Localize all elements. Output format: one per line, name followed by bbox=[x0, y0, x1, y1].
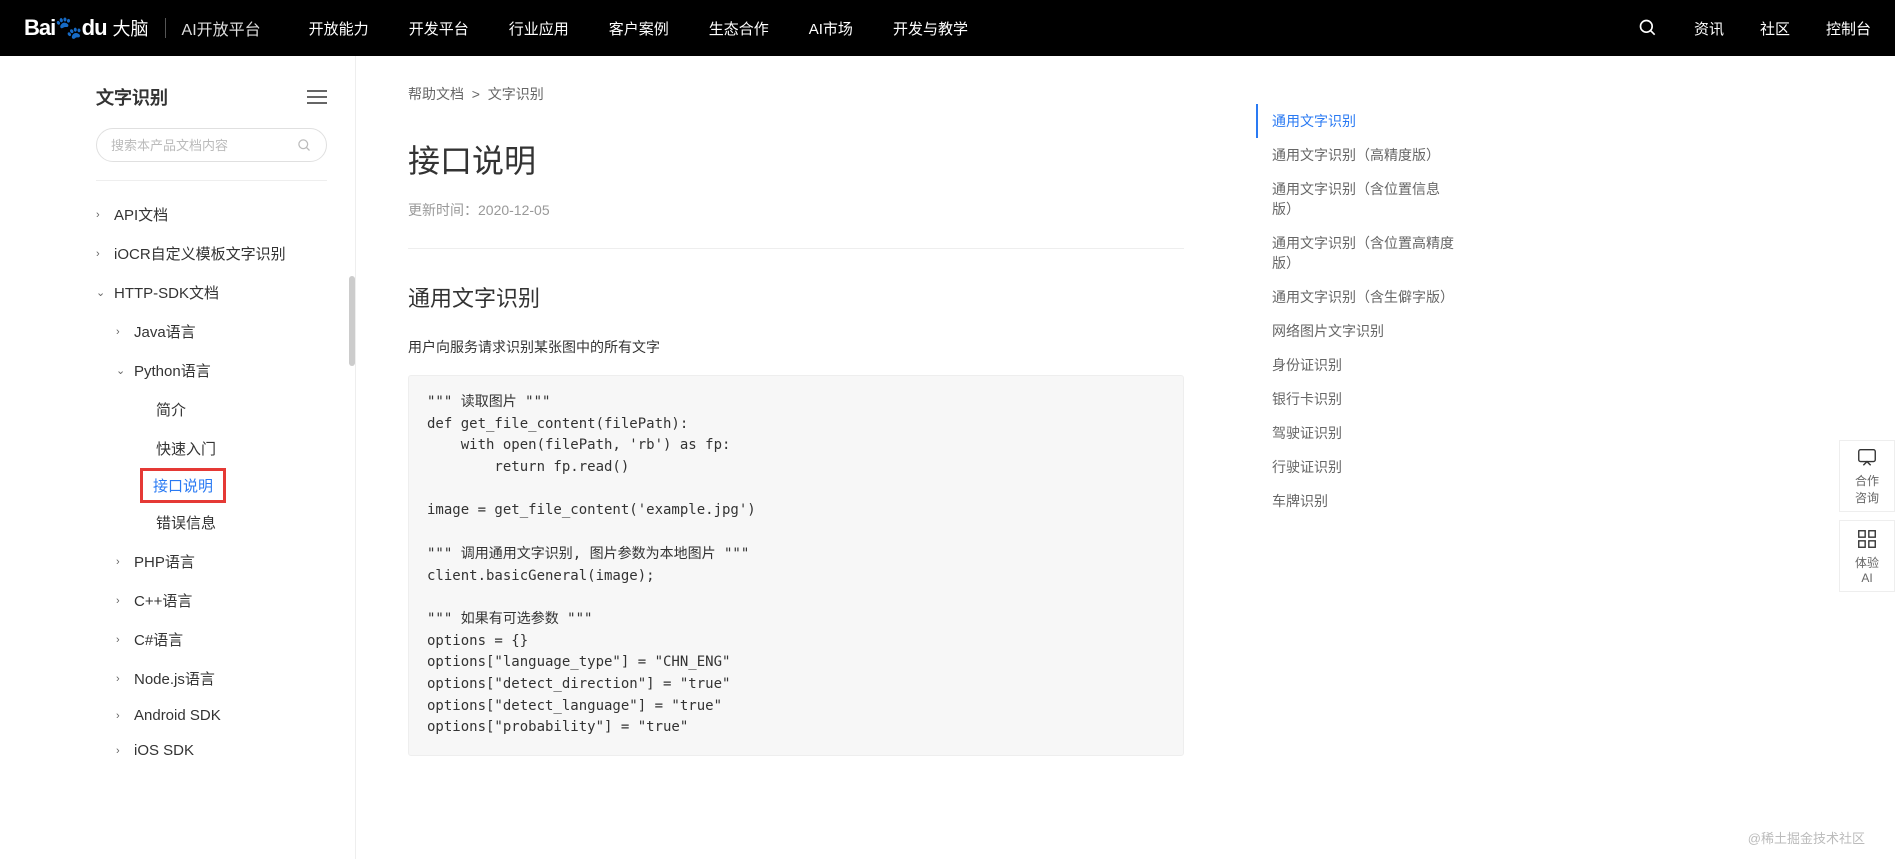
nav-link-cases[interactable]: 客户案例 bbox=[609, 18, 669, 39]
sidebar-tree: ›API文档 ›iOCR自定义模板文字识别 ⌄HTTP-SDK文档 ›Java语… bbox=[96, 195, 355, 768]
nav-link-devplatform[interactable]: 开发平台 bbox=[409, 18, 469, 39]
toc-item-license-plate[interactable]: 车牌识别 bbox=[1256, 484, 1456, 518]
search-input[interactable] bbox=[111, 138, 297, 153]
watermark: @稀土掘金技术社区 bbox=[1748, 828, 1865, 847]
breadcrumb-current: 文字识别 bbox=[488, 86, 544, 102]
nav-link-capability[interactable]: 开放能力 bbox=[309, 18, 369, 39]
toc-item-webimage[interactable]: 网络图片文字识别 bbox=[1256, 314, 1456, 348]
toc-item-location-accurate[interactable]: 通用文字识别（含位置高精度版） bbox=[1256, 226, 1456, 280]
chevron-right-icon: › bbox=[116, 595, 128, 607]
consult-button[interactable]: 合作 咨询 bbox=[1839, 440, 1895, 512]
code-block[interactable]: """ 读取图片 """ def get_file_content(filePa… bbox=[408, 375, 1184, 756]
logo-baidu-text: Bai🐾du bbox=[24, 15, 107, 41]
sidebar-item-java[interactable]: ›Java语言 bbox=[96, 312, 355, 351]
sidebar: 文字识别 ›API文档 ›iOCR自定义模板文字识别 ⌄HTTP-SDK文档 ›… bbox=[0, 56, 356, 859]
nav-link-market[interactable]: AI市场 bbox=[809, 18, 853, 39]
chevron-down-icon: ⌄ bbox=[96, 286, 108, 299]
toc-item-rare[interactable]: 通用文字识别（含生僻字版） bbox=[1256, 280, 1456, 314]
sidebar-item-cpp[interactable]: ›C++语言 bbox=[96, 581, 355, 620]
sidebar-item-error[interactable]: 错误信息 bbox=[96, 503, 355, 542]
chevron-right-icon: › bbox=[116, 673, 128, 685]
nav-right: 资讯 社区 控制台 bbox=[1638, 18, 1871, 39]
chevron-right-icon: › bbox=[116, 556, 128, 568]
sidebar-item-android[interactable]: ›Android SDK bbox=[96, 698, 355, 733]
toc: 通用文字识别 通用文字识别（高精度版） 通用文字识别（含位置信息版） 通用文字识… bbox=[1236, 56, 1476, 859]
update-time: 更新时间：2020-12-05 bbox=[408, 200, 1184, 220]
divider bbox=[408, 248, 1184, 249]
toc-item-driving-license[interactable]: 驾驶证识别 bbox=[1256, 416, 1456, 450]
chevron-right-icon: › bbox=[116, 745, 128, 757]
chevron-right-icon: › bbox=[116, 634, 128, 646]
experience-button[interactable]: 体验 AI bbox=[1839, 520, 1895, 592]
nav-link-devteach[interactable]: 开发与教学 bbox=[893, 18, 968, 39]
nav-link-ecosystem[interactable]: 生态合作 bbox=[709, 18, 769, 39]
sidebar-item-ios[interactable]: ›iOS SDK bbox=[96, 733, 355, 768]
breadcrumb-sep: > bbox=[472, 86, 480, 102]
chevron-right-icon: › bbox=[96, 209, 108, 221]
breadcrumb: 帮助文档 > 文字识别 bbox=[408, 84, 1184, 104]
nav-right-console[interactable]: 控制台 bbox=[1826, 18, 1871, 39]
nav-right-news[interactable]: 资讯 bbox=[1694, 18, 1724, 39]
nav-right-community[interactable]: 社区 bbox=[1760, 18, 1790, 39]
logo[interactable]: Bai🐾du 大脑 AI开放平台 bbox=[24, 15, 261, 41]
search-icon bbox=[297, 138, 312, 153]
chevron-down-icon: ⌄ bbox=[116, 364, 128, 377]
sidebar-search[interactable] bbox=[96, 128, 327, 162]
toc-item-accurate[interactable]: 通用文字识别（高精度版） bbox=[1256, 138, 1456, 172]
toc-item-bankcard[interactable]: 银行卡识别 bbox=[1256, 382, 1456, 416]
sidebar-item-api-docs[interactable]: ›API文档 bbox=[96, 195, 355, 234]
logo-divider bbox=[165, 18, 166, 38]
top-nav: Bai🐾du 大脑 AI开放平台 开放能力 开发平台 行业应用 客户案例 生态合… bbox=[0, 0, 1895, 56]
toc-item-general[interactable]: 通用文字识别 bbox=[1256, 104, 1456, 138]
sidebar-item-csharp[interactable]: ›C#语言 bbox=[96, 620, 355, 659]
toc-item-location[interactable]: 通用文字识别（含位置信息版） bbox=[1256, 172, 1456, 226]
hamburger-icon[interactable] bbox=[307, 90, 327, 104]
chat-icon bbox=[1856, 446, 1878, 468]
sidebar-item-quickstart[interactable]: 快速入门 bbox=[96, 429, 355, 468]
toc-item-vehicle-license[interactable]: 行驶证识别 bbox=[1256, 450, 1456, 484]
sidebar-item-http-sdk[interactable]: ⌄HTTP-SDK文档 bbox=[96, 273, 355, 312]
breadcrumb-help[interactable]: 帮助文档 bbox=[408, 86, 464, 102]
nav-links: 开放能力 开发平台 行业应用 客户案例 生态合作 AI市场 开发与教学 bbox=[309, 18, 968, 39]
grid-icon bbox=[1856, 528, 1878, 550]
sidebar-item-api-desc[interactable]: 接口说明 bbox=[140, 468, 226, 503]
chevron-right-icon: › bbox=[116, 326, 128, 338]
sidebar-item-intro[interactable]: 简介 bbox=[96, 390, 355, 429]
scrollbar-thumb[interactable] bbox=[349, 276, 355, 366]
section-desc: 用户向服务请求识别某张图中的所有文字 bbox=[408, 337, 1184, 357]
sidebar-item-python[interactable]: ⌄Python语言 bbox=[96, 351, 355, 390]
logo-brain-text: 大脑 bbox=[113, 15, 149, 41]
sidebar-item-php[interactable]: ›PHP语言 bbox=[96, 542, 355, 581]
section-title: 通用文字识别 bbox=[408, 281, 1184, 313]
main-content: 帮助文档 > 文字识别 接口说明 更新时间：2020-12-05 通用文字识别 … bbox=[356, 56, 1236, 859]
float-buttons: 合作 咨询 体验 AI bbox=[1839, 440, 1895, 592]
sidebar-item-iocr[interactable]: ›iOCR自定义模板文字识别 bbox=[96, 234, 355, 273]
divider bbox=[96, 180, 327, 181]
sidebar-item-nodejs[interactable]: ›Node.js语言 bbox=[96, 659, 355, 698]
nav-link-industry[interactable]: 行业应用 bbox=[509, 18, 569, 39]
chevron-right-icon: › bbox=[116, 710, 128, 722]
search-icon[interactable] bbox=[1638, 18, 1658, 38]
chevron-right-icon: › bbox=[96, 248, 108, 260]
logo-subtitle: AI开放平台 bbox=[182, 16, 261, 40]
sidebar-title: 文字识别 bbox=[96, 84, 168, 110]
toc-item-idcard[interactable]: 身份证识别 bbox=[1256, 348, 1456, 382]
page-title: 接口说明 bbox=[408, 136, 1184, 182]
